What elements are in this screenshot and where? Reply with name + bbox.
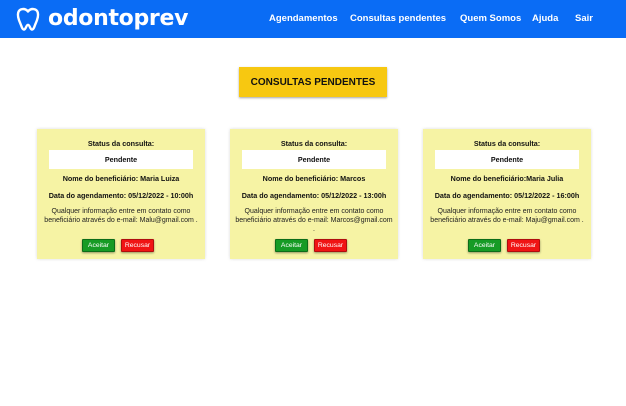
brand-name: odontoprev — [48, 6, 189, 31]
contact-info: Qualquer informação entre em contato com… — [44, 208, 198, 224]
status-label: Status da consulta: — [280, 139, 348, 148]
status-label: Status da consulta: — [87, 139, 155, 148]
refuse-button[interactable]: Recusar — [507, 239, 540, 252]
status-value: Pendente — [435, 150, 579, 169]
contact-info: Qualquer informação entre em contato com… — [430, 208, 584, 224]
refuse-button[interactable]: Recusar — [314, 239, 347, 252]
top-navbar: odontoprev Agendamentos Consultas penden… — [0, 0, 626, 38]
tooth-icon — [16, 7, 40, 31]
status-label: Status da consulta: — [473, 139, 541, 148]
appointment-card: Status da consulta: Pendente Nome do ben… — [37, 129, 205, 259]
beneficiary-name: Nome do beneficiário:Maria Julia — [450, 174, 564, 183]
appointment-date: Data do agendamento: 05/12/2022 - 10:00h — [48, 191, 194, 200]
accept-button[interactable]: Aceitar — [468, 239, 501, 252]
status-value: Pendente — [242, 150, 386, 169]
appointment-date: Data do agendamento: 05/12/2022 - 13:00h — [241, 191, 387, 200]
consultas-pendentes-button[interactable]: CONSULTAS PENDENTES — [239, 67, 387, 97]
accept-button[interactable]: Aceitar — [82, 239, 115, 252]
nav-item-agendamentos[interactable]: Agendamentos — [269, 13, 338, 24]
accept-button[interactable]: Aceitar — [275, 239, 308, 252]
nav-item-consultas-pendentes[interactable]: Consultas pendentes — [350, 13, 446, 24]
status-value: Pendente — [49, 150, 193, 169]
nav-item-sair[interactable]: Sair — [575, 13, 593, 24]
beneficiary-name: Nome do beneficiário: Marcos — [262, 174, 366, 183]
appointment-card: Status da consulta: Pendente Nome do ben… — [423, 129, 591, 259]
contact-info: Qualquer informação entre em contato com… — [235, 208, 393, 233]
nav-item-ajuda[interactable]: Ajuda — [532, 13, 558, 24]
beneficiary-name: Nome do beneficiário: Maria Luiza — [62, 174, 180, 183]
nav-item-quem-somos[interactable]: Quem Somos — [460, 13, 521, 24]
appointment-date: Data do agendamento: 05/12/2022 - 16:00h — [434, 191, 580, 200]
refuse-button[interactable]: Recusar — [121, 239, 154, 252]
brand[interactable]: odontoprev — [14, 5, 188, 33]
appointment-card: Status da consulta: Pendente Nome do ben… — [230, 129, 398, 259]
